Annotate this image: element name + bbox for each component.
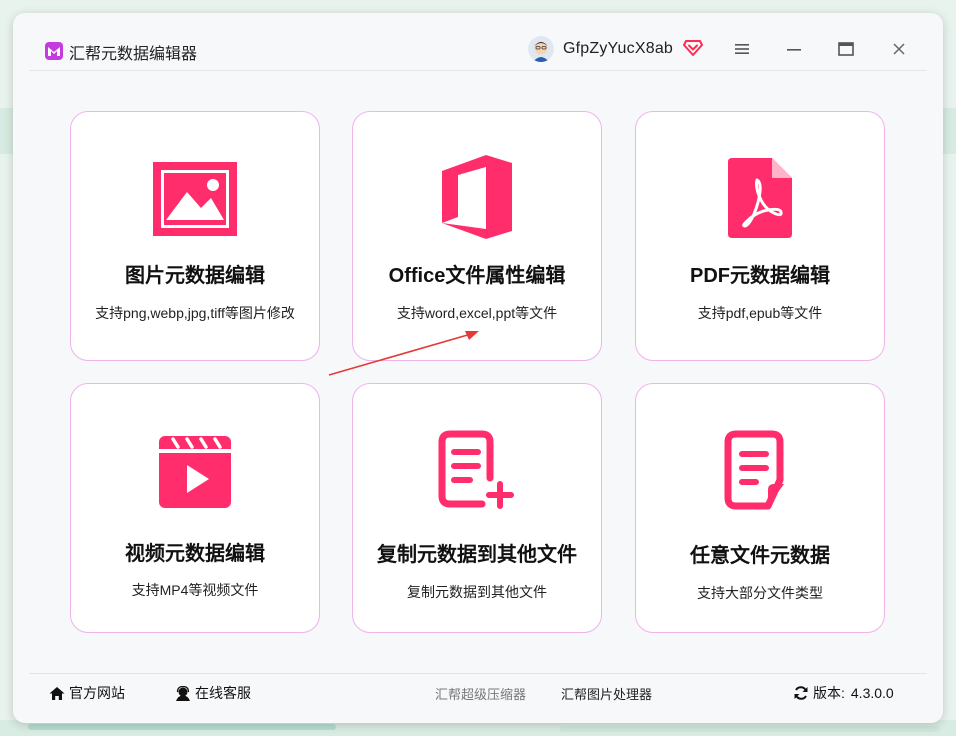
version-label: 版本: bbox=[813, 685, 845, 701]
version-info: 版本: 4.3.0.0 bbox=[793, 683, 894, 703]
support-agent-icon bbox=[176, 685, 190, 701]
background-band bbox=[560, 726, 940, 732]
app-window: 汇帮元数据编辑器 GfpZyYucX8ab 图片元数据编辑 支持png,webp… bbox=[13, 13, 943, 723]
online-support-label: 在线客服 bbox=[195, 685, 251, 701]
background-band bbox=[28, 724, 336, 730]
footer-divider bbox=[29, 673, 927, 674]
official-website-link[interactable]: 官方网站 bbox=[49, 683, 125, 703]
online-support-link[interactable]: 在线客服 bbox=[175, 683, 251, 703]
refresh-icon[interactable] bbox=[793, 685, 809, 701]
annotation-arrow bbox=[328, 331, 479, 376]
compressor-link[interactable]: 汇帮超级压缩器 bbox=[435, 684, 526, 703]
official-website-label: 官方网站 bbox=[69, 685, 125, 701]
image-processor-link[interactable]: 汇帮图片处理器 bbox=[561, 684, 652, 703]
version-number: 4.3.0.0 bbox=[850, 685, 894, 701]
home-icon bbox=[49, 686, 65, 700]
